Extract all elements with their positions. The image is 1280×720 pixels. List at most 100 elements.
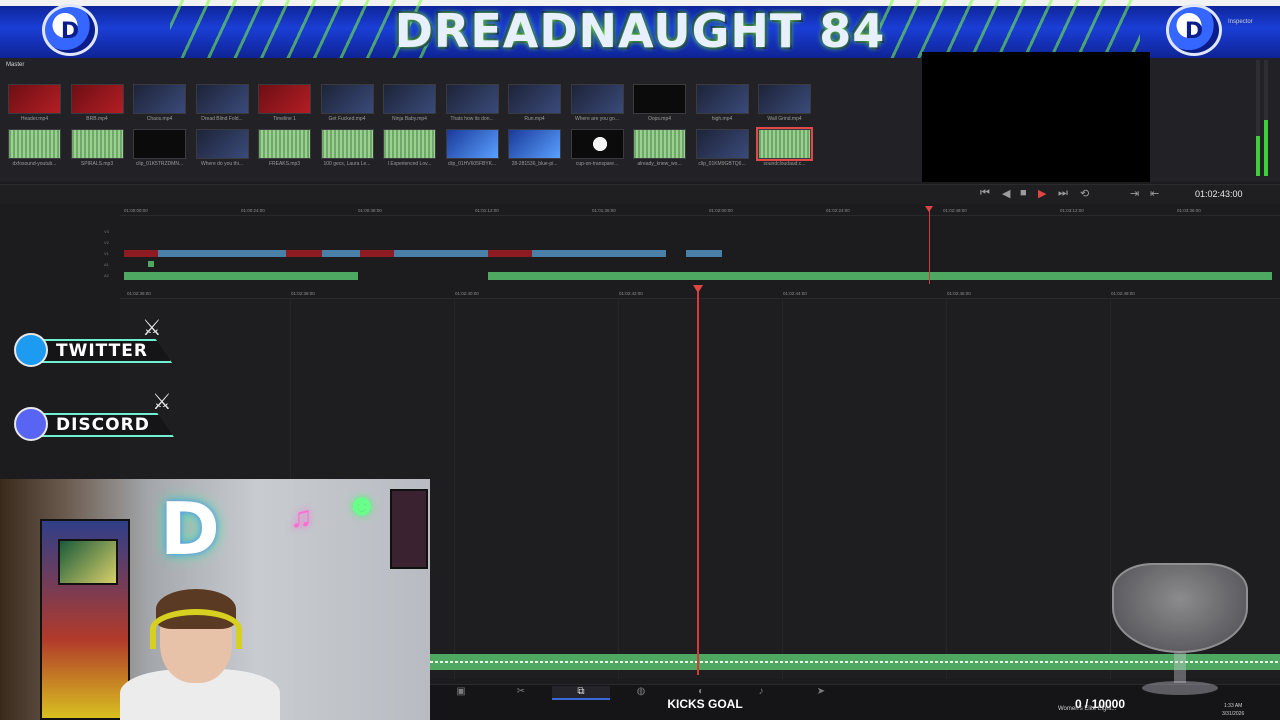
ruler-tick-label: 01:02:36:00 (127, 291, 151, 296)
upper-playhead[interactable] (925, 206, 933, 284)
ruler-tick-label: 01:02:46:00 (947, 291, 971, 296)
clip-name: Timeline 1 (273, 116, 296, 122)
edit-page-icon[interactable]: ⧉ (552, 686, 610, 700)
media-pool-folder[interactable]: Master (6, 62, 24, 68)
media-clip[interactable]: Get Fucked.mp4 (320, 84, 374, 126)
media-clip[interactable]: already_knew_wo... (633, 129, 686, 171)
skip-start-icon[interactable]: ⏮ (980, 187, 990, 200)
video-clip[interactable] (322, 250, 360, 257)
ruler-tick-label: 01:03:36:00 (1177, 208, 1201, 213)
upper-timeline-ruler[interactable] (120, 204, 1280, 216)
clip-thumbnail (633, 84, 686, 114)
clip-name: FREAKS.mp3 (268, 161, 301, 167)
media-clip[interactable]: 100 gecs, Laura Le... (320, 129, 374, 171)
kicks-goal-label: KICKS GOAL (667, 697, 743, 711)
ruler-tick-label: 01:02:42:00 (619, 291, 643, 296)
discord-badge: ⚔ DISCORD (14, 389, 194, 441)
prev-edit-icon[interactable]: ⇤ (1150, 187, 1159, 200)
clip-name: clip_01KM9GBTQ6... (698, 161, 746, 167)
video-clip[interactable] (286, 250, 322, 257)
media-clip[interactable]: Where do you thi... (195, 129, 249, 171)
media-page-icon[interactable]: ▣ (432, 686, 490, 700)
clip-name: Wall Grind.mp4 (767, 116, 802, 122)
media-clip[interactable]: clip_01K5TRZDMN... (133, 129, 186, 171)
audio-clip[interactable] (124, 272, 358, 280)
cut-page-icon[interactable]: ✂ (492, 686, 550, 700)
media-clip[interactable]: FREAKS.mp3 (258, 129, 311, 171)
crossed-swords-icon: ⚔ (142, 315, 162, 340)
clock-date: 3/31/2026 (1222, 711, 1245, 717)
loop-icon[interactable]: ⟲ (1080, 187, 1089, 200)
clip-name: Where do you thi... (201, 161, 243, 167)
clip-name: Chaos.mp4 (146, 116, 173, 122)
media-clip[interactable]: Dread Blind Fold... (195, 84, 249, 126)
media-clip[interactable]: dxfosound-youtub... (8, 129, 61, 171)
stop-icon[interactable]: ■ (1020, 187, 1027, 199)
video-clip[interactable] (394, 250, 488, 257)
video-clip[interactable] (686, 250, 722, 257)
media-clip[interactable]: SPIRALS.mp3 (70, 129, 124, 171)
media-clip[interactable]: clip_01KM9GBTQ6... (695, 129, 749, 171)
step-forward-icon[interactable]: ⏭ (1058, 187, 1068, 200)
clip-name: I Experienced Lov... (387, 161, 432, 167)
media-clip[interactable]: Chaos.mp4 (133, 84, 186, 126)
clip-thumbnail (133, 84, 186, 114)
track-header-panel (0, 299, 120, 479)
media-clip[interactable]: clip_01HV605FBYK... (445, 129, 499, 171)
ruler-tick-label: 01:00:24:00 (241, 208, 265, 213)
clip-name: Header.mp4 (20, 116, 49, 122)
media-clip[interactable]: Ninja Baby.mp4 (383, 84, 436, 126)
video-clip[interactable] (360, 250, 394, 257)
audio-clip[interactable] (488, 272, 832, 280)
audio-clip[interactable] (148, 261, 154, 267)
track-label: V1 (104, 251, 109, 256)
media-clip[interactable]: Run.mp4 (508, 84, 561, 126)
clip-name: soundcloudaud.c... (763, 161, 806, 167)
video-clip[interactable] (488, 250, 532, 257)
arcade-screen (58, 539, 118, 585)
clip-name: BRB.mp4 (86, 116, 108, 122)
media-clip[interactable]: soundcloudaud.c... (756, 127, 813, 171)
inspector-button[interactable]: Inspector (1228, 19, 1253, 25)
media-clip[interactable]: I Experienced Lov... (383, 129, 436, 171)
clip-name: cup-on-transpare... (575, 161, 619, 167)
lower-playhead[interactable] (693, 285, 703, 675)
media-clip[interactable]: 28-281536_blue-pi... (508, 129, 561, 171)
wall-poster (390, 489, 428, 569)
clip-thumbnail (695, 129, 749, 159)
media-clip[interactable]: cup-on-transpare... (570, 129, 624, 171)
ruler-tick-label: 01:02:24:00 (826, 208, 850, 213)
media-clip[interactable]: Oops.mp4 (633, 84, 686, 126)
video-clip[interactable] (532, 250, 666, 257)
clip-thumbnail (258, 84, 311, 114)
clip-thumbnail (508, 84, 561, 114)
deliver-page-icon[interactable]: ➤ (792, 686, 850, 700)
video-clip[interactable] (124, 250, 158, 257)
track-label: A1 (104, 262, 109, 267)
clock-time: 1:33 AM (1224, 703, 1243, 709)
source-viewer[interactable] (922, 52, 1150, 182)
media-clip[interactable]: Header.mp4 (8, 84, 61, 126)
neon-headset-icon: ♫ (290, 501, 313, 534)
neon-alien-icon: ☻ (346, 489, 378, 522)
clip-thumbnail (320, 84, 374, 114)
next-edit-icon[interactable]: ⇥ (1130, 187, 1139, 200)
play-icon[interactable]: ▶ (1038, 187, 1046, 200)
media-clip[interactable]: Timeline 1 (258, 84, 311, 126)
media-clip[interactable]: Where are you go... (570, 84, 624, 126)
ruler-tick-label: 01:02:48:00 (943, 208, 967, 213)
media-clip[interactable]: BRB.mp4 (70, 84, 124, 126)
clip-name: clip_01K5TRZDMN... (135, 161, 184, 167)
media-clip[interactable]: high.mp4 (695, 84, 749, 126)
clip-name: already_knew_wo... (637, 161, 682, 167)
media-clip[interactable]: Wall Grind.mp4 (758, 84, 811, 126)
step-back-icon[interactable]: ◀ (1002, 187, 1010, 200)
clip-name: Oops.mp4 (647, 116, 672, 122)
media-clip[interactable]: Thats how its don... (445, 84, 499, 126)
audio-clip[interactable] (832, 272, 1272, 280)
video-clip[interactable] (158, 250, 286, 257)
track-label: A2 (104, 273, 109, 278)
ruler-tick-label: 01:02:48:00 (1111, 291, 1135, 296)
ruler-tick-label: 01:01:36:00 (592, 208, 616, 213)
banner-title: DREADNAUGHT 84 (394, 4, 886, 58)
